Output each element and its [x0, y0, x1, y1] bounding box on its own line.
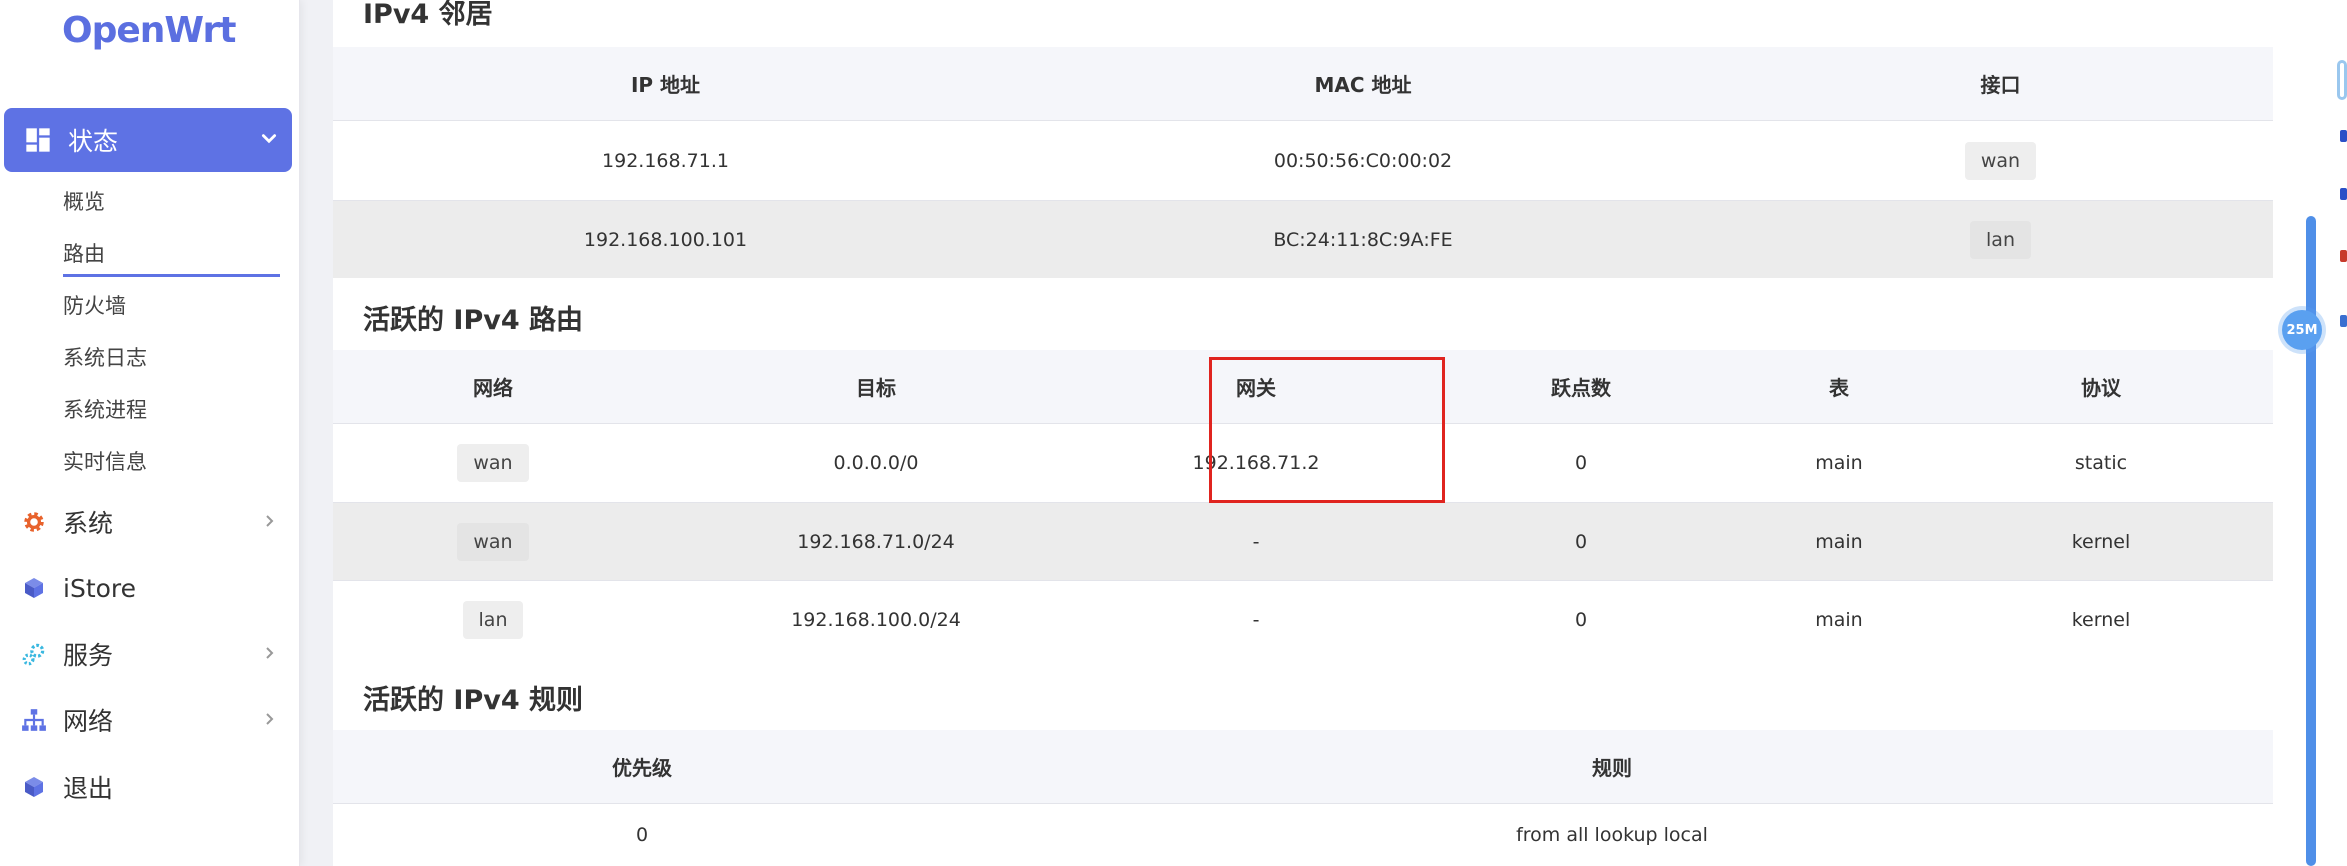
sidebar-item-label: 退出	[63, 774, 114, 803]
sidebar-item-label: iStore	[63, 573, 137, 603]
table-cell: main	[1815, 608, 1863, 631]
column-header: MAC 地址	[1314, 73, 1412, 97]
network-cell: lan	[333, 581, 653, 658]
sitemap-icon	[20, 706, 48, 734]
protocol-cell: static	[2074, 452, 2128, 474]
column-header: 跃点数	[1551, 376, 1611, 400]
interface-cell: lan	[1728, 201, 2273, 278]
chevron-right-icon	[266, 647, 274, 659]
column-header: 协议	[2081, 376, 2121, 400]
section-title: 活跃的 IPv4 规则	[363, 685, 584, 716]
section-title: 活跃的 IPv4 路由	[363, 305, 584, 336]
target-cell: 192.168.71.0/24	[797, 530, 955, 553]
protocol-cell: kernel	[2071, 530, 2131, 553]
sidebar-subitem-overview[interactable]: 概览	[63, 186, 105, 216]
floating-speed-badge[interactable]: 25M	[2282, 310, 2322, 350]
sidebar: OpenWrt 状态 概览 路由 防火墙 系统日志 系统进程 实时信息 系统 i…	[0, 0, 300, 866]
cogs-icon	[20, 640, 48, 668]
ip-address-cell: 192.168.71.1	[602, 149, 729, 172]
sidebar-item-istore[interactable]: iStore	[20, 568, 292, 608]
rule-cell: from all lookup local	[1516, 824, 1708, 846]
table-row: wan 192.168.71.0/24 - 0 main kernel	[333, 502, 2273, 580]
column-header: 网络	[473, 376, 513, 400]
sidebar-item-status[interactable]: 状态	[4, 108, 292, 172]
dashboard-icon	[26, 128, 50, 152]
sidebar-item-network[interactable]: 网络	[20, 700, 292, 740]
network-cell: wan	[333, 424, 653, 502]
edge-icon[interactable]	[2340, 188, 2347, 200]
gear-icon	[20, 508, 48, 536]
interface-badge: lan	[1970, 220, 2031, 259]
sidebar-item-services[interactable]: 服务	[20, 634, 292, 674]
sidebar-subitem-syslog[interactable]: 系统日志	[63, 342, 147, 372]
sidebar-subitem-processes[interactable]: 系统进程	[63, 394, 147, 424]
metric-cell: 0	[1574, 608, 1588, 631]
sidebar-subitem-routes[interactable]: 路由	[63, 238, 105, 268]
column-header: 规则	[1592, 756, 1632, 780]
interface-cell: wan	[1728, 121, 2273, 200]
section-title: IPv4 邻居	[363, 0, 493, 30]
column-header: 目标	[856, 376, 896, 400]
interface-badge: wan	[1964, 141, 2037, 180]
active-subitem-indicator	[63, 274, 280, 277]
network-badge: wan	[457, 444, 529, 482]
network-badge: wan	[457, 522, 529, 561]
cube-icon	[20, 574, 48, 602]
table-header-row: IP 地址 MAC 地址 接口	[333, 47, 2273, 120]
sidebar-item-system[interactable]: 系统	[20, 502, 292, 542]
column-header: IP 地址	[630, 73, 701, 97]
mac-address-cell: 00:50:56:C0:00:02	[1273, 149, 1453, 172]
column-header: 表	[1829, 376, 1849, 400]
gateway-cell: -	[1252, 608, 1260, 631]
sidebar-item-label: 网络	[63, 707, 114, 736]
mac-address-cell: BC:24:11:8C:9A:FE	[1273, 228, 1453, 251]
chevron-down-icon	[261, 134, 277, 144]
gateway-highlight-box	[1209, 357, 1445, 503]
metric-cell: 0	[1574, 452, 1588, 474]
network-cell: wan	[333, 503, 653, 580]
sidebar-item-label: 状态	[68, 127, 119, 156]
gateway-cell: -	[1252, 530, 1260, 553]
network-badge: lan	[462, 600, 524, 639]
edge-icon[interactable]	[2337, 60, 2347, 100]
chevron-right-icon	[266, 515, 274, 527]
neighbors-section-header: IPv4 邻居	[333, 0, 2273, 47]
edge-icon[interactable]	[2340, 315, 2347, 327]
sidebar-item-label: 系统	[63, 509, 114, 538]
table-row: 192.168.71.1 00:50:56:C0:00:02 wan	[333, 120, 2273, 200]
column-header: 接口	[1980, 73, 2021, 97]
chevron-right-icon	[266, 713, 274, 725]
target-cell: 0.0.0.0/0	[833, 452, 919, 474]
priority-cell: 0	[635, 824, 649, 846]
protocol-cell: kernel	[2071, 608, 2131, 631]
sidebar-subitem-firewall[interactable]: 防火墙	[63, 290, 126, 320]
sidebar-item-label: 服务	[63, 641, 114, 670]
rules-section-header: 活跃的 IPv4 规则	[333, 658, 2273, 730]
table-cell: main	[1815, 530, 1863, 553]
edge-icon[interactable]	[2340, 250, 2347, 262]
ip-address-cell: 192.168.100.101	[583, 228, 748, 251]
target-cell: 192.168.100.0/24	[791, 608, 961, 631]
table-row: 192.168.100.101 BC:24:11:8C:9A:FE lan	[333, 200, 2273, 278]
table-row: 0 from all lookup local	[333, 803, 2273, 866]
openwrt-logo[interactable]: OpenWrt	[62, 10, 236, 51]
table-row: lan 192.168.100.0/24 - 0 main kernel	[333, 580, 2273, 658]
routes-section-header: 活跃的 IPv4 路由	[333, 278, 2273, 350]
table-cell: main	[1815, 452, 1863, 474]
table-header-row: 优先级 规则	[333, 730, 2273, 803]
edge-icon[interactable]	[2340, 130, 2347, 142]
sidebar-item-logout[interactable]: 退出	[20, 767, 292, 807]
metric-cell: 0	[1574, 530, 1588, 553]
column-header: 优先级	[612, 756, 672, 780]
sidebar-subitem-realtime[interactable]: 实时信息	[63, 446, 147, 476]
cube-icon	[20, 773, 48, 801]
